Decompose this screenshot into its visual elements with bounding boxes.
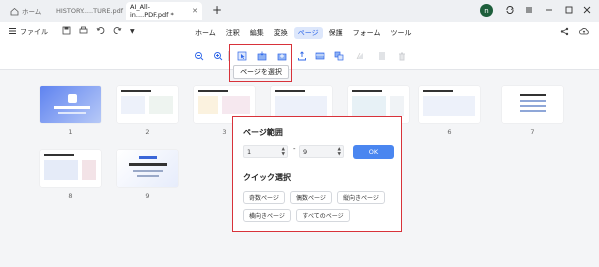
hamburger-menu-icon[interactable]: [522, 3, 536, 17]
crop-page-icon: [376, 50, 387, 61]
chevron-down-icon[interactable]: ▼: [130, 28, 135, 35]
undo-icon[interactable]: [96, 26, 105, 37]
range-from-input[interactable]: 1 ▲ ▼: [243, 145, 288, 158]
menu-convert[interactable]: 変換: [270, 27, 292, 39]
menu-page[interactable]: ページ: [293, 27, 323, 39]
range-separator: -: [293, 145, 296, 153]
page-thumbnail-9[interactable]: [117, 150, 178, 187]
file-menu[interactable]: ファイル: [8, 27, 48, 37]
maximize-icon[interactable]: [562, 3, 576, 17]
page-thumbnail-6[interactable]: [419, 86, 480, 123]
cloud-upload-icon[interactable]: [579, 27, 589, 38]
range-from-stepper[interactable]: ▲ ▼: [282, 147, 285, 157]
delete-page-icon: [396, 50, 407, 61]
menu-bar: ファイル ▼ ホーム 注釈 編集 変換 ページ 保護 フォーム ツール: [0, 22, 599, 44]
redo-icon[interactable]: [113, 26, 122, 37]
portrait-pages-button[interactable]: 縦向きページ: [337, 191, 385, 204]
page-thumbnail-8[interactable]: [40, 150, 101, 187]
page-number-1: 1: [68, 128, 73, 136]
menu-edit[interactable]: 編集: [246, 27, 268, 39]
print-icon[interactable]: [79, 26, 88, 37]
tab-home[interactable]: ホーム: [6, 2, 45, 20]
menu-home[interactable]: ホーム: [191, 27, 220, 39]
share-icon[interactable]: [560, 27, 569, 38]
ok-button[interactable]: OK: [353, 145, 394, 159]
extract-page-icon[interactable]: [296, 50, 307, 61]
tab-label: ホーム: [22, 8, 42, 16]
page-thumbnail-1[interactable]: [40, 86, 101, 123]
hamburger-icon: [8, 27, 17, 37]
tab-label: HISTORY.....TURE.pdf: [56, 7, 124, 15]
organize-page-icon[interactable]: [333, 50, 344, 61]
page-thumbnail-2[interactable]: [117, 86, 178, 123]
page-number-7: 7: [530, 128, 535, 136]
minimize-icon[interactable]: [542, 3, 556, 17]
page-number-9: 9: [145, 192, 150, 200]
menu-protect[interactable]: 保護: [325, 27, 347, 39]
select-page-tooltip: ページを選択: [233, 65, 289, 79]
page-number-6: 6: [447, 128, 452, 136]
range-from-value: 1: [247, 147, 252, 156]
page-thumbnail-7[interactable]: [502, 86, 563, 123]
page-toolbar: [0, 44, 599, 70]
page-range-popup: ページ範囲 1 ▲ ▼ - 9 ▲ ▼ OK クイック選択 奇数ページ 偶数ページ …: [232, 116, 402, 232]
page-number-8: 8: [68, 192, 73, 200]
menu-annotate[interactable]: 注釈: [222, 27, 244, 39]
save-icon[interactable]: [62, 26, 71, 37]
tab-label: AI_All-in....PDF.pdf *: [130, 3, 174, 19]
split-page-icon[interactable]: [314, 50, 325, 61]
sync-icon[interactable]: [503, 3, 517, 17]
file-menu-label: ファイル: [20, 27, 48, 36]
even-pages-button[interactable]: 偶数ページ: [290, 191, 332, 204]
quick-select-title: クイック選択: [243, 173, 291, 182]
landscape-pages-button[interactable]: 横向きページ: [243, 209, 291, 222]
odd-pages-button[interactable]: 奇数ページ: [243, 191, 285, 204]
close-window-icon[interactable]: [580, 3, 594, 17]
menu-form[interactable]: フォーム: [349, 27, 385, 39]
tab-bar: ホーム HISTORY.....TURE.pdf ✕ AI_All-in....…: [0, 0, 599, 22]
page-range-title: ページ範囲: [243, 128, 283, 137]
all-pages-button[interactable]: すべてのページ: [296, 209, 350, 222]
avatar[interactable]: n: [480, 4, 493, 17]
rotate-page-icon: [354, 50, 365, 61]
add-tab-button[interactable]: +: [210, 3, 224, 17]
close-icon[interactable]: ✕: [192, 7, 198, 15]
range-to-value: 9: [303, 147, 308, 156]
home-icon: [10, 7, 19, 16]
zoom-out-icon[interactable]: [193, 50, 204, 61]
range-to-stepper[interactable]: ▲ ▼: [338, 147, 341, 157]
zoom-in-icon[interactable]: [212, 50, 223, 61]
range-to-input[interactable]: 9 ▲ ▼: [299, 145, 344, 158]
menu-tools[interactable]: ツール: [386, 27, 415, 39]
tab-ai-pdf[interactable]: AI_All-in....PDF.pdf * ✕: [126, 2, 202, 20]
page-number-2: 2: [145, 128, 150, 136]
